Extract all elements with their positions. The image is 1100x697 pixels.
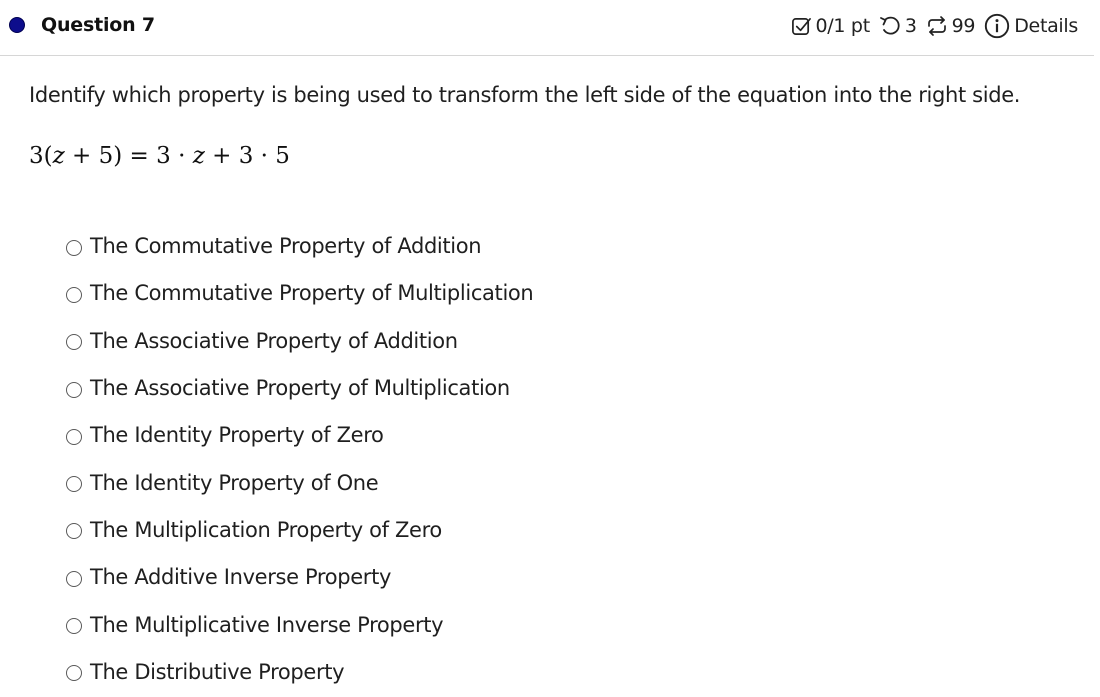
radio-button[interactable] <box>66 428 82 445</box>
answer-option[interactable]: The Identity Property of Zero <box>66 413 533 460</box>
equation: 3(z + 5) = 3 · z + 3 · 5 <box>29 143 290 169</box>
answer-option-label: The Identity Property of Zero <box>90 423 384 448</box>
radio-button[interactable] <box>66 286 82 303</box>
attempts-count: 3 <box>904 15 917 37</box>
details-label: Details <box>1014 15 1078 37</box>
question-prompt: Identify which property is being used to… <box>29 83 1021 107</box>
answer-options: The Commutative Property of Addition The… <box>66 224 534 697</box>
undo-icon <box>879 15 901 37</box>
equation-lhs-coef: 3( <box>29 143 53 169</box>
question-title: Question 7 <box>41 14 155 36</box>
answer-option-label: The Commutative Property of Addition <box>90 234 482 259</box>
repeat-icon <box>926 15 948 37</box>
radio-button[interactable] <box>66 334 82 351</box>
answer-option-label: The Associative Property of Addition <box>90 328 458 353</box>
answer-option[interactable]: The Multiplicative Inverse Property <box>66 602 533 649</box>
answer-option-label: The Identity Property of One <box>90 470 379 495</box>
details-button[interactable]: Details <box>984 13 1078 39</box>
answer-option[interactable]: The Commutative Property of Addition <box>66 224 533 271</box>
answer-option[interactable]: The Multiplication Property of Zero <box>66 508 533 555</box>
answer-option[interactable]: The Additive Inverse Property <box>66 555 533 602</box>
answer-option-label: The Commutative Property of Multiplicati… <box>90 281 534 306</box>
answer-option-label: The Distributive Property <box>90 659 345 684</box>
equation-equals: = <box>122 143 157 169</box>
answer-option[interactable]: The Distributive Property <box>66 650 533 697</box>
question-status-dot <box>9 17 25 33</box>
equation-rhs-var: z <box>192 143 205 169</box>
answer-option[interactable]: The Identity Property of One <box>66 460 533 507</box>
question-header: Question 7 0/1 pt 3 99 Details <box>0 0 1094 56</box>
radio-button[interactable] <box>66 523 82 540</box>
answer-option[interactable]: The Commutative Property of Multiplicati… <box>66 271 534 318</box>
answer-option-label: The Additive Inverse Property <box>90 565 392 590</box>
radio-button[interactable] <box>66 665 82 682</box>
equation-rhs-b: + 3 · 5 <box>204 143 290 169</box>
answer-option[interactable]: The Associative Property of Multiplicati… <box>66 366 533 413</box>
info-icon <box>984 13 1010 39</box>
radio-button[interactable] <box>66 239 82 256</box>
answer-option-label: The Associative Property of Multiplicati… <box>90 376 510 401</box>
equation-lhs-rest: + 5) <box>64 143 123 169</box>
answer-option[interactable]: The Associative Property of Addition <box>66 319 533 366</box>
radio-button[interactable] <box>66 381 82 398</box>
score-text: 0/1 pt <box>815 15 871 37</box>
answer-option-label: The Multiplication Property of Zero <box>90 517 442 542</box>
radio-button[interactable] <box>66 570 82 587</box>
checkbox-icon <box>791 16 812 37</box>
radio-button[interactable] <box>66 618 82 635</box>
question-meta: 0/1 pt 3 99 Details <box>791 13 1078 39</box>
equation-lhs-var: z <box>52 143 65 169</box>
equation-rhs-a: 3 · <box>156 143 193 169</box>
radio-button[interactable] <box>66 476 82 493</box>
versions-count: 99 <box>951 15 976 37</box>
answer-option-label: The Multiplicative Inverse Property <box>90 612 444 637</box>
